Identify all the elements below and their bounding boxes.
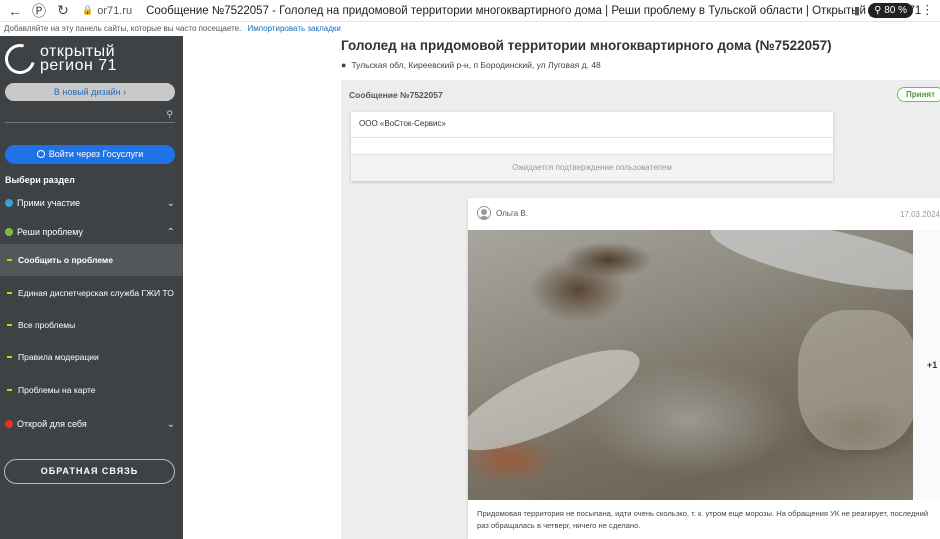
address-bar[interactable]: 🔒 or71.ru — [82, 5, 132, 17]
address-text: Тульская обл, Киреевский р-н, п Бородинс… — [351, 60, 601, 70]
menu-item-solve-problem[interactable]: Реши проблему ⌃ — [5, 226, 177, 238]
sub-item-label: Единая диспетчерская служба ГЖИ ТО — [18, 288, 174, 298]
feedback-button[interactable]: ОБРАТНАЯ СВЯЗЬ — [4, 459, 175, 484]
menu-item-label: Прими участие — [17, 198, 81, 208]
import-bookmarks-link[interactable]: Импортировать закладки — [248, 24, 341, 33]
bookmarks-hint: Добавляйте на эту панель сайты, которые … — [4, 24, 242, 33]
sub-item-label: Проблемы на карте — [18, 385, 96, 395]
gosuslugi-label: Войти через Госуслуги — [48, 149, 144, 159]
search-input[interactable]: ⚲ — [5, 109, 175, 123]
awaiting-confirmation: Ожидается подтверждение пользователем — [351, 155, 833, 181]
post-date: 17.03.2024 — [899, 210, 940, 219]
user-post: Ольга В. 17.03.2024 +1 Придомовая террит… — [468, 198, 940, 539]
zoom-level: 80 % — [884, 4, 907, 16]
photo-texture — [798, 310, 913, 450]
bookmark-icon[interactable]: ▮ — [854, 4, 860, 17]
sub-item-label: Правила модерации — [18, 352, 99, 362]
post-photo[interactable] — [468, 230, 913, 500]
dash-icon — [7, 259, 12, 261]
tab-title: Сообщение №7522057 - Гололед на придомов… — [146, 4, 922, 17]
divider — [351, 137, 833, 138]
logo-line2: регион 71 — [40, 57, 118, 74]
sidebar-item-all-problems[interactable]: Все проблемы — [0, 309, 183, 341]
sidebar-item-moderation-rules[interactable]: Правила модерации — [0, 341, 183, 373]
message-label: Сообщение №7522057 — [349, 90, 443, 100]
chevron-down-icon: ⌄ — [166, 418, 175, 430]
post-description: Придомовая территория не посыпана, идти … — [477, 509, 929, 530]
sidebar-item-dispatch-service[interactable]: Единая диспетчерская служба ГЖИ ТО — [0, 277, 183, 309]
bookmarks-bar: Добавляйте на эту панель сайты, которые … — [0, 22, 940, 36]
search-icon[interactable]: ⚲ — [166, 109, 173, 120]
status-badge: Принят — [897, 87, 940, 102]
gosuslugi-icon — [36, 150, 45, 158]
zoom-icon: ⚲ — [874, 4, 885, 16]
avatar — [477, 206, 491, 220]
blue-dot-icon — [5, 199, 13, 207]
menu-item-label: Реши проблему — [17, 227, 84, 237]
logo[interactable]: открытый регион 71 — [0, 38, 118, 80]
photo-texture — [468, 330, 652, 470]
gosuslugi-login-button[interactable]: Войти через Госуслуги — [5, 145, 175, 164]
logo-ring-icon — [0, 38, 41, 80]
page-title: Гололед на придомовой территории многокв… — [341, 38, 832, 53]
dash-icon — [7, 389, 12, 391]
sub-item-label: Все проблемы — [18, 320, 76, 330]
sidebar-item-report-problem[interactable]: Сообщить о проблеме — [0, 244, 183, 276]
chevron-down-icon: ⌄ — [166, 197, 175, 209]
message-panel: Сообщение №7522057 Принят ООО «ВоСток-Се… — [341, 80, 940, 539]
sub-item-label: Сообщить о проблеме — [18, 255, 113, 265]
main-content: Гололед на придомовой территории многокв… — [183, 36, 940, 539]
url-text: or71.ru — [97, 4, 133, 17]
photo-texture — [705, 230, 913, 305]
sidebar: открытый регион 71 В новый дизайн › ⚲ Во… — [0, 36, 183, 539]
menu-item-label: Открой для себя — [17, 419, 87, 429]
address: ● Тульская обл, Киреевский р-н, п Бороди… — [341, 60, 601, 70]
more-photos-button[interactable]: +1 — [913, 230, 940, 500]
yandex-icon[interactable]: Ⓟ — [30, 2, 48, 20]
organization-card: ООО «ВоСток-Сервис» Ожидается подтвержде… — [351, 112, 833, 181]
more-photos-count: +1 — [927, 360, 938, 370]
zoom-badge[interactable]: ⚲ 80 % — [868, 2, 913, 18]
dash-icon — [7, 292, 12, 294]
menu-icon[interactable]: ⋮ — [921, 2, 934, 18]
dash-icon — [7, 356, 12, 358]
red-dot-icon — [5, 420, 13, 428]
post-author: Ольга В. — [496, 209, 528, 218]
sidebar-item-problems-map[interactable]: Проблемы на карте — [0, 374, 183, 406]
dash-icon — [7, 324, 12, 326]
reload-icon[interactable]: ↻ — [54, 2, 72, 20]
section-title: Выбери раздел — [5, 175, 75, 185]
back-icon[interactable]: ← — [6, 2, 24, 20]
chevron-up-icon: ⌃ — [166, 226, 175, 238]
menu-item-participate[interactable]: Прими участие ⌄ — [5, 197, 177, 209]
organization-name: ООО «ВоСток-Сервис» — [359, 119, 446, 128]
new-design-button[interactable]: В новый дизайн › — [5, 83, 175, 101]
lock-icon: 🔒 — [82, 5, 94, 15]
location-pin-icon: ● — [341, 60, 347, 70]
green-dot-icon — [5, 228, 13, 236]
menu-item-discover[interactable]: Открой для себя ⌄ — [5, 418, 177, 430]
browser-toolbar: ← Ⓟ ↻ 🔒 or71.ru Сообщение №7522057 - Гол… — [0, 0, 940, 22]
